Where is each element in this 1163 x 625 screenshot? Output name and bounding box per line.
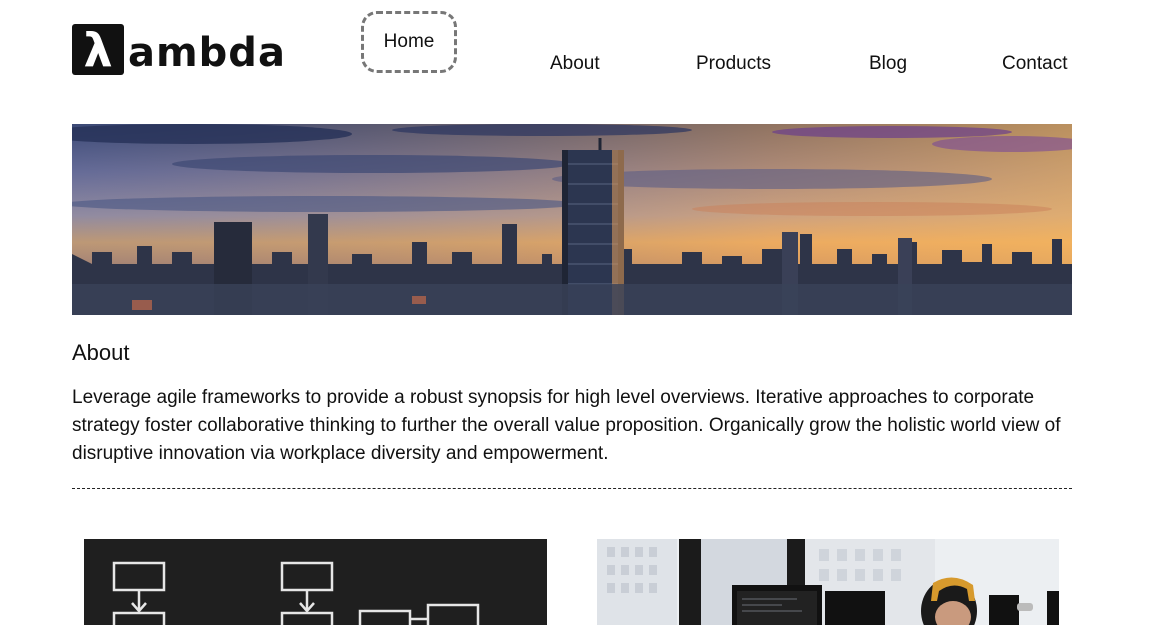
main-nav: Home About Products Blog Contact [0,0,1163,100]
page: λ ambda Home About Products Blog Contact [0,0,1163,625]
nav-products[interactable]: Products [696,53,771,75]
person-at-computer-image [597,539,1059,625]
nav-blog[interactable]: Blog [869,53,907,75]
about-heading: About [72,340,130,365]
nav-contact[interactable]: Contact [1002,53,1067,75]
office-workspace-illustration [597,539,1059,625]
about-paragraph: Leverage agile frameworks to provide a r… [72,387,1061,464]
nav-about[interactable]: About [550,53,600,75]
flowchart-chalkboard-image [84,539,547,625]
nav-home[interactable]: Home [361,11,457,73]
flowchart-chalkboard-illustration [84,539,547,625]
section-divider [72,488,1072,489]
city-skyline-illustration [72,124,1072,315]
hero-image [72,124,1072,315]
